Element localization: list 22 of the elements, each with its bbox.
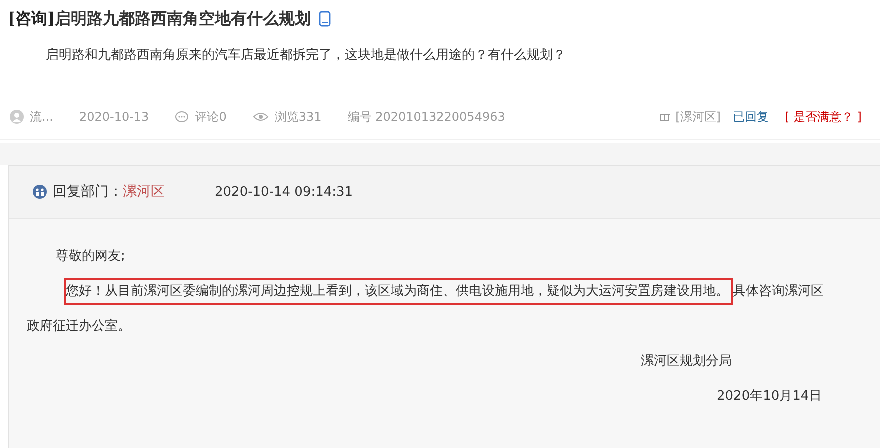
user-name: 流... — [30, 108, 54, 126]
district-tag: [漯河区] — [676, 108, 721, 126]
comment-count: 评论0 — [195, 108, 227, 126]
satisfaction-link[interactable]: [ 是否满意？ ] — [785, 108, 862, 126]
department-label: 回复部门： — [53, 183, 123, 201]
reply-paragraph: 您好！从目前漯河区委编制的漯河周边控规上看到，该区域为商住、供电设施用地，疑似为大运河安置房建设用地。 具体咨询漯河区政府征迁办公室。 — [9, 274, 827, 344]
post-number: 编号 20201013220054963 — [348, 108, 506, 126]
department-name: 漯河区 — [123, 183, 165, 201]
reply-time: 2020-10-14 09:14:31 — [215, 184, 354, 200]
post-date: 2020-10-13 — [79, 110, 150, 124]
reply-date: 2020年10月14日 — [717, 388, 824, 406]
signature-text: 漯河区规划分局 — [641, 353, 733, 371]
comment-icon — [175, 110, 190, 124]
phone-icon — [319, 11, 332, 27]
eye-icon — [252, 112, 269, 122]
greeting-text: 尊敬的网友; — [56, 248, 126, 266]
user-avatar-icon — [10, 110, 24, 124]
people-icon — [33, 185, 47, 199]
question-text: 启明路和九都路西南角原来的汽车店最近都拆完了，这块地是做什么用途的？有什么规划？ — [46, 47, 567, 65]
view-count: 浏览331 — [274, 108, 322, 126]
reply-status: 已回复 — [733, 108, 769, 126]
question-title: [咨询]启明路九都路西南角空地有什么规划 — [8, 8, 312, 30]
